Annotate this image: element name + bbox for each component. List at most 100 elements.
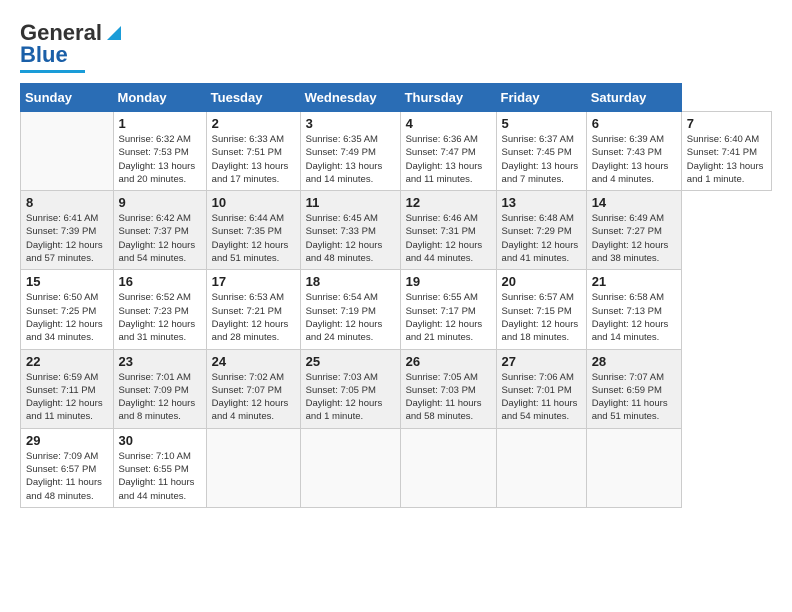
day-number: 10 bbox=[212, 195, 295, 210]
day-info: Sunrise: 6:44 AMSunset: 7:35 PMDaylight:… bbox=[212, 212, 295, 265]
day-info: Sunrise: 7:03 AMSunset: 7:05 PMDaylight:… bbox=[306, 371, 395, 424]
calendar-day-2: 2 Sunrise: 6:33 AMSunset: 7:51 PMDayligh… bbox=[206, 112, 300, 191]
empty-cell bbox=[400, 428, 496, 507]
logo-blue: Blue bbox=[20, 42, 68, 68]
day-number: 29 bbox=[26, 433, 108, 448]
calendar-table: SundayMondayTuesdayWednesdayThursdayFrid… bbox=[20, 83, 772, 508]
day-info: Sunrise: 6:59 AMSunset: 7:11 PMDaylight:… bbox=[26, 371, 108, 424]
day-number: 19 bbox=[406, 274, 491, 289]
day-info: Sunrise: 6:32 AMSunset: 7:53 PMDaylight:… bbox=[119, 133, 201, 186]
day-info: Sunrise: 6:49 AMSunset: 7:27 PMDaylight:… bbox=[592, 212, 676, 265]
day-info: Sunrise: 6:57 AMSunset: 7:15 PMDaylight:… bbox=[502, 291, 581, 344]
calendar-day-18: 18 Sunrise: 6:54 AMSunset: 7:19 PMDaylig… bbox=[300, 270, 400, 349]
day-info: Sunrise: 6:50 AMSunset: 7:25 PMDaylight:… bbox=[26, 291, 108, 344]
day-number: 18 bbox=[306, 274, 395, 289]
calendar-day-5: 5 Sunrise: 6:37 AMSunset: 7:45 PMDayligh… bbox=[496, 112, 586, 191]
day-info: Sunrise: 7:07 AMSunset: 6:59 PMDaylight:… bbox=[592, 371, 676, 424]
day-number: 26 bbox=[406, 354, 491, 369]
empty-cell bbox=[586, 428, 681, 507]
day-number: 8 bbox=[26, 195, 108, 210]
empty-cell bbox=[300, 428, 400, 507]
calendar-day-7: 7 Sunrise: 6:40 AMSunset: 7:41 PMDayligh… bbox=[681, 112, 771, 191]
day-info: Sunrise: 6:48 AMSunset: 7:29 PMDaylight:… bbox=[502, 212, 581, 265]
calendar-day-26: 26 Sunrise: 7:05 AMSunset: 7:03 PMDaylig… bbox=[400, 349, 496, 428]
empty-cell bbox=[21, 112, 114, 191]
day-number: 17 bbox=[212, 274, 295, 289]
calendar-day-12: 12 Sunrise: 6:46 AMSunset: 7:31 PMDaylig… bbox=[400, 191, 496, 270]
day-number: 27 bbox=[502, 354, 581, 369]
weekday-header-friday: Friday bbox=[496, 84, 586, 112]
day-info: Sunrise: 7:01 AMSunset: 7:09 PMDaylight:… bbox=[119, 371, 201, 424]
calendar-day-22: 22 Sunrise: 6:59 AMSunset: 7:11 PMDaylig… bbox=[21, 349, 114, 428]
day-info: Sunrise: 6:52 AMSunset: 7:23 PMDaylight:… bbox=[119, 291, 201, 344]
day-info: Sunrise: 6:46 AMSunset: 7:31 PMDaylight:… bbox=[406, 212, 491, 265]
calendar-day-9: 9 Sunrise: 6:42 AMSunset: 7:37 PMDayligh… bbox=[113, 191, 206, 270]
calendar-day-13: 13 Sunrise: 6:48 AMSunset: 7:29 PMDaylig… bbox=[496, 191, 586, 270]
weekday-header-thursday: Thursday bbox=[400, 84, 496, 112]
calendar-day-28: 28 Sunrise: 7:07 AMSunset: 6:59 PMDaylig… bbox=[586, 349, 681, 428]
day-number: 1 bbox=[119, 116, 201, 131]
day-number: 15 bbox=[26, 274, 108, 289]
day-number: 28 bbox=[592, 354, 676, 369]
calendar-day-6: 6 Sunrise: 6:39 AMSunset: 7:43 PMDayligh… bbox=[586, 112, 681, 191]
day-number: 21 bbox=[592, 274, 676, 289]
day-number: 13 bbox=[502, 195, 581, 210]
day-info: Sunrise: 6:36 AMSunset: 7:47 PMDaylight:… bbox=[406, 133, 491, 186]
day-info: Sunrise: 6:54 AMSunset: 7:19 PMDaylight:… bbox=[306, 291, 395, 344]
empty-cell bbox=[206, 428, 300, 507]
day-info: Sunrise: 6:37 AMSunset: 7:45 PMDaylight:… bbox=[502, 133, 581, 186]
logo: General Blue bbox=[20, 20, 125, 73]
calendar-day-11: 11 Sunrise: 6:45 AMSunset: 7:33 PMDaylig… bbox=[300, 191, 400, 270]
logo-underline bbox=[20, 70, 85, 73]
calendar-day-30: 30 Sunrise: 7:10 AMSunset: 6:55 PMDaylig… bbox=[113, 428, 206, 507]
calendar-day-14: 14 Sunrise: 6:49 AMSunset: 7:27 PMDaylig… bbox=[586, 191, 681, 270]
day-info: Sunrise: 6:58 AMSunset: 7:13 PMDaylight:… bbox=[592, 291, 676, 344]
day-info: Sunrise: 6:55 AMSunset: 7:17 PMDaylight:… bbox=[406, 291, 491, 344]
day-number: 23 bbox=[119, 354, 201, 369]
day-number: 24 bbox=[212, 354, 295, 369]
day-info: Sunrise: 6:35 AMSunset: 7:49 PMDaylight:… bbox=[306, 133, 395, 186]
day-number: 11 bbox=[306, 195, 395, 210]
calendar-day-20: 20 Sunrise: 6:57 AMSunset: 7:15 PMDaylig… bbox=[496, 270, 586, 349]
day-number: 9 bbox=[119, 195, 201, 210]
day-number: 12 bbox=[406, 195, 491, 210]
day-number: 6 bbox=[592, 116, 676, 131]
calendar-day-3: 3 Sunrise: 6:35 AMSunset: 7:49 PMDayligh… bbox=[300, 112, 400, 191]
day-info: Sunrise: 6:33 AMSunset: 7:51 PMDaylight:… bbox=[212, 133, 295, 186]
day-number: 2 bbox=[212, 116, 295, 131]
empty-cell bbox=[496, 428, 586, 507]
day-info: Sunrise: 7:02 AMSunset: 7:07 PMDaylight:… bbox=[212, 371, 295, 424]
day-number: 20 bbox=[502, 274, 581, 289]
calendar-day-8: 8 Sunrise: 6:41 AMSunset: 7:39 PMDayligh… bbox=[21, 191, 114, 270]
day-number: 14 bbox=[592, 195, 676, 210]
calendar-day-23: 23 Sunrise: 7:01 AMSunset: 7:09 PMDaylig… bbox=[113, 349, 206, 428]
day-number: 4 bbox=[406, 116, 491, 131]
day-number: 22 bbox=[26, 354, 108, 369]
calendar-day-17: 17 Sunrise: 6:53 AMSunset: 7:21 PMDaylig… bbox=[206, 270, 300, 349]
day-info: Sunrise: 7:06 AMSunset: 7:01 PMDaylight:… bbox=[502, 371, 581, 424]
calendar-day-25: 25 Sunrise: 7:03 AMSunset: 7:05 PMDaylig… bbox=[300, 349, 400, 428]
day-number: 30 bbox=[119, 433, 201, 448]
calendar-day-4: 4 Sunrise: 6:36 AMSunset: 7:47 PMDayligh… bbox=[400, 112, 496, 191]
weekday-header-saturday: Saturday bbox=[586, 84, 681, 112]
day-number: 3 bbox=[306, 116, 395, 131]
page-header: General Blue bbox=[20, 20, 772, 73]
calendar-day-21: 21 Sunrise: 6:58 AMSunset: 7:13 PMDaylig… bbox=[586, 270, 681, 349]
calendar-day-24: 24 Sunrise: 7:02 AMSunset: 7:07 PMDaylig… bbox=[206, 349, 300, 428]
calendar-day-10: 10 Sunrise: 6:44 AMSunset: 7:35 PMDaylig… bbox=[206, 191, 300, 270]
weekday-header-tuesday: Tuesday bbox=[206, 84, 300, 112]
day-number: 25 bbox=[306, 354, 395, 369]
weekday-header-wednesday: Wednesday bbox=[300, 84, 400, 112]
calendar-day-29: 29 Sunrise: 7:09 AMSunset: 6:57 PMDaylig… bbox=[21, 428, 114, 507]
day-number: 5 bbox=[502, 116, 581, 131]
day-info: Sunrise: 6:39 AMSunset: 7:43 PMDaylight:… bbox=[592, 133, 676, 186]
day-info: Sunrise: 7:05 AMSunset: 7:03 PMDaylight:… bbox=[406, 371, 491, 424]
day-info: Sunrise: 7:09 AMSunset: 6:57 PMDaylight:… bbox=[26, 450, 108, 503]
calendar-day-19: 19 Sunrise: 6:55 AMSunset: 7:17 PMDaylig… bbox=[400, 270, 496, 349]
day-info: Sunrise: 6:42 AMSunset: 7:37 PMDaylight:… bbox=[119, 212, 201, 265]
day-info: Sunrise: 6:40 AMSunset: 7:41 PMDaylight:… bbox=[687, 133, 766, 186]
weekday-header-monday: Monday bbox=[113, 84, 206, 112]
calendar-day-27: 27 Sunrise: 7:06 AMSunset: 7:01 PMDaylig… bbox=[496, 349, 586, 428]
weekday-header-sunday: Sunday bbox=[21, 84, 114, 112]
day-info: Sunrise: 7:10 AMSunset: 6:55 PMDaylight:… bbox=[119, 450, 201, 503]
